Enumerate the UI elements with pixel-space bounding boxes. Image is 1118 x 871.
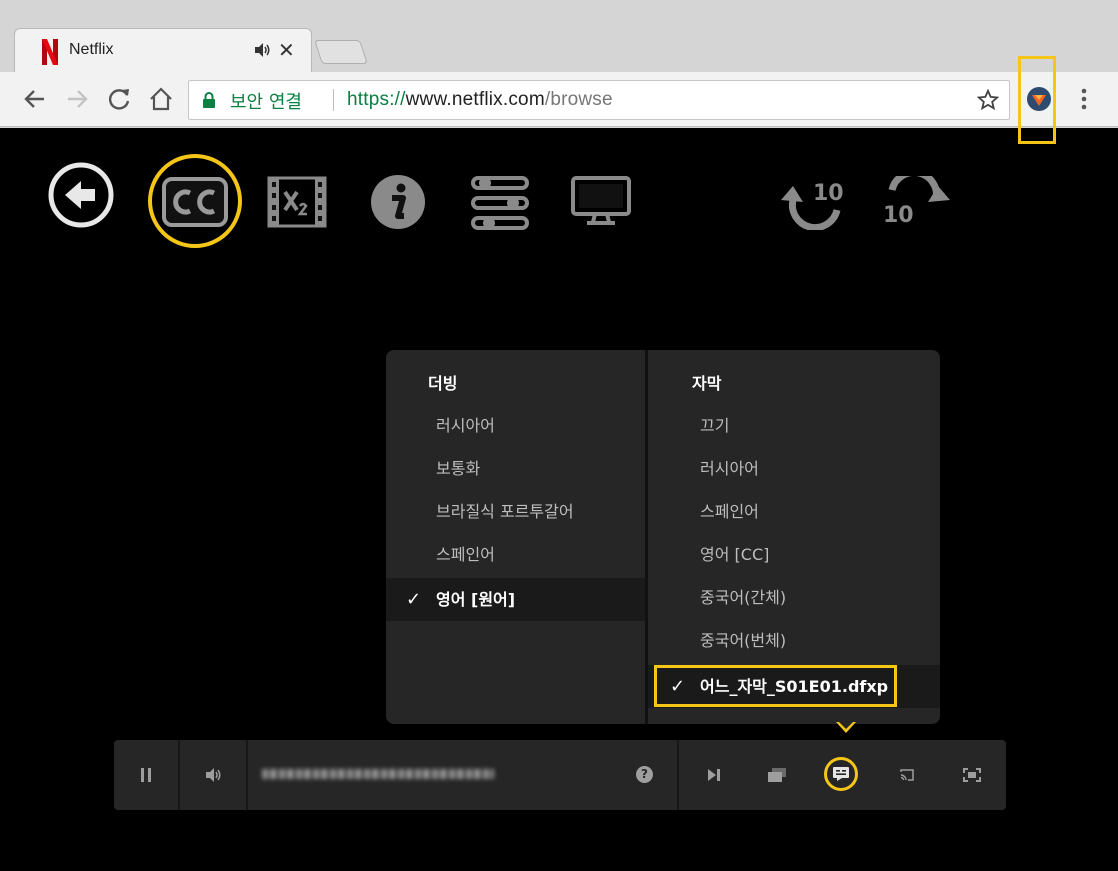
svg-text:10: 10 bbox=[813, 181, 844, 206]
browser-tab[interactable]: Netflix ✕ bbox=[14, 28, 312, 73]
menu-icon[interactable] bbox=[1074, 86, 1094, 112]
control-separator bbox=[246, 740, 248, 810]
next-episode-icon[interactable] bbox=[708, 769, 720, 781]
cc-highlight-circle bbox=[148, 154, 242, 248]
svg-text:10: 10 bbox=[883, 203, 914, 228]
audio-option-label: 러시아어 bbox=[436, 416, 495, 435]
audio-option[interactable]: 스페인어 bbox=[386, 533, 645, 576]
subtitle-option[interactable]: 스페인어 bbox=[648, 490, 940, 533]
url-host: www.netflix.com bbox=[405, 89, 545, 110]
subtitle-option[interactable]: 러시아어 bbox=[648, 447, 940, 490]
browser-chrome: Netflix ✕ 보안 연결 https://www.netflix.com/… bbox=[0, 0, 1118, 128]
player-back-icon[interactable] bbox=[47, 161, 115, 229]
subtitle-option-label: 중국어(번체) bbox=[700, 631, 787, 650]
subtitle-header: 자막 bbox=[692, 374, 722, 393]
home-icon[interactable] bbox=[148, 86, 174, 112]
audio-option-label: 스페인어 bbox=[436, 545, 495, 564]
panel-pointer-fill bbox=[839, 722, 853, 729]
audio-header: 더빙 bbox=[428, 374, 458, 393]
forward-icon[interactable] bbox=[64, 86, 90, 112]
url-scheme: https:// bbox=[347, 89, 406, 110]
cast-icon[interactable] bbox=[900, 769, 914, 781]
subtitle-option-label: 중국어(간체) bbox=[700, 588, 787, 607]
fullscreen-icon[interactable] bbox=[963, 768, 981, 782]
star-icon[interactable] bbox=[977, 89, 999, 111]
back-icon[interactable] bbox=[22, 86, 48, 112]
subtitle-highlight-box bbox=[654, 665, 897, 707]
settings-icon[interactable] bbox=[469, 172, 531, 234]
help-icon[interactable]: ? bbox=[636, 766, 653, 783]
security-label: 보안 연결 bbox=[230, 92, 302, 113]
url-path: /browse bbox=[544, 89, 613, 110]
audio-option[interactable]: 보통화 bbox=[386, 447, 645, 490]
lock-icon bbox=[203, 92, 215, 108]
subtitle-option-label: 끄기 bbox=[700, 416, 730, 435]
rewind-10-icon[interactable]: 10 bbox=[779, 176, 851, 230]
reload-icon[interactable] bbox=[106, 86, 132, 112]
url-text[interactable]: https://www.netflix.com/browse bbox=[347, 89, 613, 111]
audio-option-label: 보통화 bbox=[436, 459, 481, 478]
subtitle-option[interactable]: 중국어(번체) bbox=[648, 619, 940, 662]
subtitle-option[interactable]: 끄기 bbox=[648, 404, 940, 447]
audio-option[interactable]: 브라질식 포르투갈어 bbox=[386, 490, 645, 533]
subtitle-option[interactable]: 영어 [CC] bbox=[648, 533, 940, 576]
tab-audio-icon[interactable] bbox=[255, 43, 271, 57]
browser-toolbar: 보안 연결 https://www.netflix.com/browse bbox=[0, 72, 1118, 127]
subtitle-option[interactable]: 중국어(간체) bbox=[648, 576, 940, 619]
netflix-logo-icon bbox=[42, 39, 58, 65]
control-separator bbox=[677, 740, 679, 810]
volume-icon[interactable] bbox=[206, 768, 222, 782]
check-icon: ✓ bbox=[406, 589, 422, 610]
extension-highlight-box bbox=[1018, 56, 1056, 144]
audio-option-label: 영어 [원어] bbox=[436, 590, 516, 609]
tab-title: Netflix bbox=[69, 41, 114, 58]
episode-title-blurred bbox=[262, 769, 494, 779]
subtitle-option-label: 영어 [CC] bbox=[700, 545, 770, 564]
info-icon[interactable] bbox=[370, 174, 426, 230]
episodes-icon[interactable] bbox=[768, 768, 786, 782]
tab-close-icon[interactable]: ✕ bbox=[278, 38, 295, 62]
omnibox-divider bbox=[333, 89, 334, 111]
subtitle-option-label: 스페인어 bbox=[700, 502, 759, 521]
control-separator bbox=[178, 740, 180, 810]
audio-option[interactable]: 러시아어 bbox=[386, 404, 645, 447]
subtitles-highlight-circle bbox=[824, 757, 858, 791]
speed-icon[interactable] bbox=[267, 176, 327, 228]
player-control-bar: ? bbox=[114, 740, 1006, 810]
subtitle-option-label: 러시아어 bbox=[700, 459, 759, 478]
address-bar[interactable]: 보안 연결 https://www.netflix.com/browse bbox=[188, 80, 1010, 120]
audio-option-selected[interactable]: ✓ 영어 [원어] bbox=[386, 578, 645, 621]
forward-10-icon[interactable]: 10 bbox=[880, 176, 952, 230]
display-icon[interactable] bbox=[571, 176, 631, 226]
pause-icon[interactable] bbox=[141, 768, 151, 782]
audio-option-label: 브라질식 포르투갈어 bbox=[436, 502, 574, 521]
new-tab-button[interactable] bbox=[314, 40, 368, 64]
